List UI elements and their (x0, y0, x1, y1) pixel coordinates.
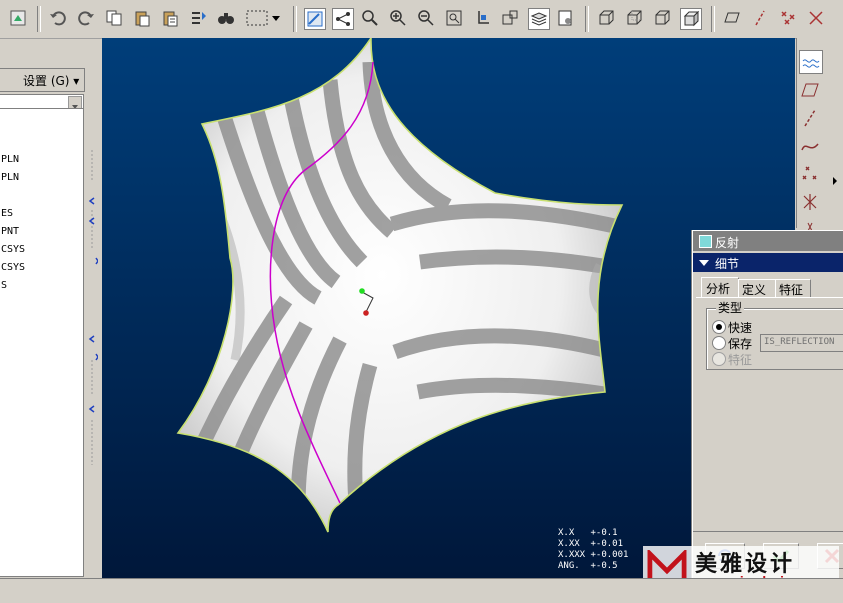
tree-item[interactable]: ES (1, 208, 13, 219)
model-display-icon[interactable] (556, 8, 576, 28)
tab-definition[interactable]: 定义 (738, 279, 776, 298)
axis-tool-icon[interactable] (800, 108, 820, 128)
chevron-down-icon[interactable] (270, 8, 282, 28)
analysis-tool-icon[interactable] (800, 218, 820, 232)
plane-tool-icon[interactable] (800, 80, 820, 100)
repaint-icon[interactable] (8, 8, 28, 28)
zoom-in-icon[interactable] (388, 8, 408, 28)
hidden-line-icon[interactable] (624, 8, 644, 28)
details-section-header[interactable]: 细节 (693, 253, 843, 272)
reorient-icon[interactable] (472, 8, 492, 28)
zoom-out-icon[interactable] (416, 8, 436, 28)
tree-item[interactable]: S (1, 280, 7, 291)
sketch-view-icon[interactable] (304, 8, 326, 30)
tree-item[interactable]: PLN (1, 172, 19, 183)
refit-icon[interactable] (444, 8, 464, 28)
shading-icon[interactable] (680, 8, 702, 30)
datum-plane-icon[interactable] (722, 8, 742, 28)
status-bar (0, 578, 843, 603)
tree-item[interactable]: CSYS (1, 244, 25, 255)
radio-feature[interactable] (712, 352, 726, 366)
model-tree: PLN PLN ES PNT CSYS CSYS S (0, 108, 84, 577)
main-toolbar (0, 0, 843, 39)
paste-special-icon[interactable] (160, 8, 180, 28)
spin-center-icon[interactable] (332, 8, 354, 30)
curve-tool-icon[interactable] (800, 136, 820, 156)
datum-axis-icon[interactable] (750, 8, 770, 28)
radio-quick[interactable] (712, 320, 726, 334)
tree-item[interactable]: PLN (1, 154, 19, 165)
wireframe-icon[interactable] (596, 8, 616, 28)
layers-icon[interactable] (528, 8, 550, 30)
redo-icon[interactable] (76, 8, 96, 28)
paste-icon[interactable] (132, 8, 152, 28)
no-hidden-icon[interactable] (652, 8, 672, 28)
name-field[interactable]: IS_REFLECTION (760, 334, 843, 352)
dialog-icon (699, 235, 712, 248)
tolerance-table: X.X +-0.1 X.XX +-0.01 X.XXX +-0.001 ANG.… (558, 528, 629, 571)
datum-point-icon[interactable] (778, 8, 798, 28)
dialog-titlebar[interactable]: 反射 (693, 231, 843, 251)
radio-save[interactable] (712, 336, 726, 350)
selection-box-icon[interactable] (244, 8, 270, 28)
panel-sash[interactable] (86, 40, 98, 578)
datum-csys-icon[interactable] (806, 8, 826, 28)
copy-icon[interactable] (104, 8, 124, 28)
right-toolbar (796, 38, 843, 232)
chevron-right-icon[interactable] (831, 170, 839, 185)
tab-panel: 类型 快速 保存 IS_REFLECTION 特征 (696, 297, 843, 530)
tree-item[interactable]: CSYS (1, 262, 25, 273)
tree-item[interactable]: PNT (1, 226, 19, 237)
collapse-triangle-icon (699, 260, 709, 266)
saved-views-icon[interactable] (500, 8, 520, 28)
regenerate-icon[interactable] (188, 8, 208, 28)
undo-icon[interactable] (48, 8, 68, 28)
csys-tool-icon[interactable] (800, 192, 820, 212)
tab-analysis[interactable]: 分析 (701, 277, 739, 298)
point-tool-icon[interactable] (800, 164, 820, 184)
settings-button[interactable]: 设置 (G) ▾ (0, 68, 85, 92)
zoom-area-icon[interactable] (360, 8, 380, 28)
sketch-tool-icon[interactable] (799, 50, 823, 74)
reflection-dialog: 反射 细节 分析 定义 特征 类型 快速 保存 IS_REFLECTION 特征 (692, 230, 843, 580)
find-icon[interactable] (216, 8, 236, 28)
tab-feature[interactable]: 特征 (775, 279, 811, 298)
